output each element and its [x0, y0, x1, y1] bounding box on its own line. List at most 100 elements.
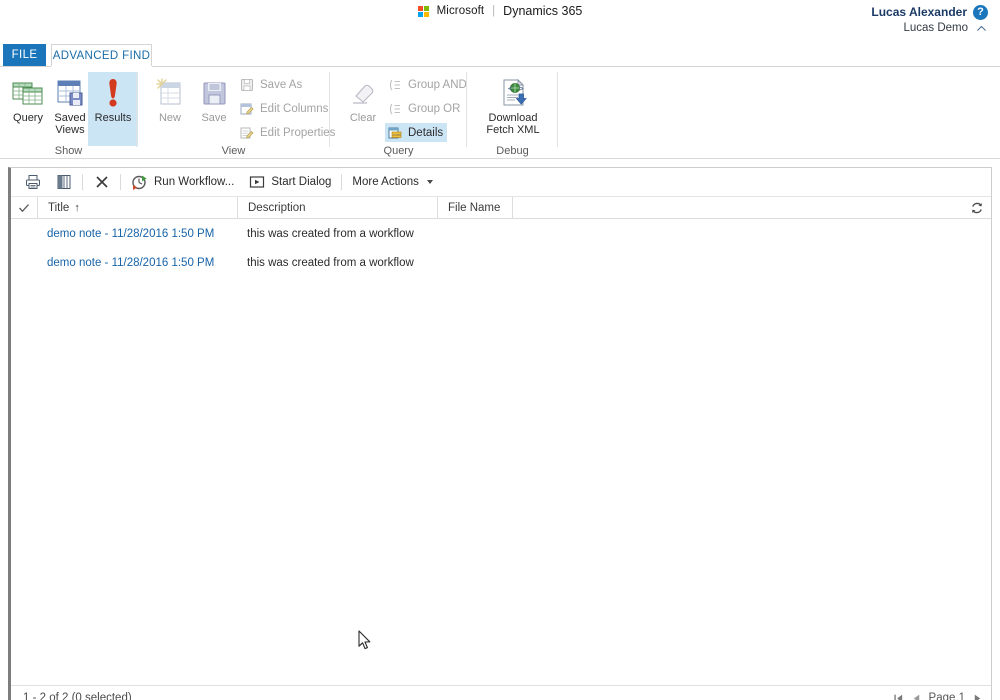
- ribbon-group-debug: < > Download Fetch XML Debug: [467, 67, 558, 160]
- save-floppy-icon: [200, 77, 228, 109]
- ribbon-group-show: Query Saved Views Results Show: [0, 67, 138, 160]
- edit-columns-icon: [239, 101, 255, 117]
- table-row[interactable]: demo note - 11/28/2016 1:50 PM this was …: [11, 219, 991, 248]
- edit-properties-icon: [239, 125, 255, 141]
- save-button[interactable]: Save: [189, 72, 239, 146]
- save-button-label: Save: [201, 112, 227, 124]
- ribbon-group-view-label: View: [221, 145, 246, 157]
- download-fetch-xml-icon: < >: [497, 77, 529, 109]
- user-name: Lucas Alexander: [871, 5, 967, 19]
- edit-properties-button[interactable]: Edit Properties: [237, 123, 339, 142]
- download-fetch-xml-label: Download Fetch XML: [486, 112, 540, 136]
- next-page-icon: [974, 694, 981, 700]
- column-header-filename[interactable]: File Name: [437, 196, 512, 219]
- row-cell-title[interactable]: demo note - 11/28/2016 1:50 PM: [37, 257, 237, 269]
- new-record-icon: [156, 77, 184, 109]
- run-report-button[interactable]: [17, 171, 48, 193]
- first-page-icon: [893, 694, 902, 700]
- ribbon: Query Saved Views Results Show New Save …: [0, 66, 1000, 159]
- pager: Page 1: [893, 692, 983, 700]
- column-header-description-label: Description: [248, 201, 306, 214]
- group-or-button[interactable]: Group OR: [385, 99, 464, 118]
- clear-eraser-icon: [348, 77, 378, 109]
- chevron-up-icon[interactable]: [975, 22, 988, 35]
- group-and-button[interactable]: Group AND: [385, 75, 471, 94]
- page-label: Page 1: [928, 692, 965, 700]
- column-header-title[interactable]: Title ↑: [37, 196, 237, 219]
- column-header-title-label: Title: [48, 201, 70, 214]
- toolbar-divider: [120, 174, 121, 190]
- details-button[interactable]: Details: [385, 123, 448, 142]
- checkmark-icon: [19, 203, 29, 212]
- download-fetch-xml-button[interactable]: < > Download Fetch XML: [486, 72, 540, 146]
- details-icon: [387, 125, 403, 141]
- start-dialog-label: Start Dialog: [271, 176, 332, 188]
- user-org-name: Lucas Demo: [903, 21, 968, 34]
- refresh-icon: [972, 202, 982, 214]
- table-row[interactable]: demo note - 11/28/2016 1:50 PM this was …: [11, 248, 991, 277]
- results-button-label: Results: [94, 112, 132, 124]
- previous-page-icon: [913, 694, 919, 700]
- mouse-cursor: [358, 630, 371, 650]
- grid-status-bar: 1 - 2 of 2 (0 selected) Page 1: [11, 685, 991, 700]
- more-actions-button[interactable]: More Actions: [345, 171, 439, 193]
- svg-text:>: >: [519, 84, 524, 93]
- microsoft-logo-icon: [417, 5, 429, 17]
- record-count-label: 1 - 2 of 2 (0 selected): [23, 692, 132, 700]
- row-title-link[interactable]: demo note - 11/28/2016 1:50 PM: [47, 228, 214, 240]
- results-button[interactable]: Results: [88, 72, 138, 146]
- toolbar-divider: [341, 174, 343, 190]
- tab-file[interactable]: FILE: [3, 44, 46, 66]
- select-all-checkbox[interactable]: [11, 202, 37, 214]
- grid-header-row: Title ↑ Description File Name: [11, 196, 991, 219]
- row-title-link[interactable]: demo note - 11/28/2016 1:50 PM: [47, 257, 214, 269]
- column-header-filler: [512, 196, 513, 219]
- run-workflow-icon: [131, 174, 148, 191]
- run-workflow-label: Run Workflow...: [154, 176, 235, 188]
- edit-properties-label: Edit Properties: [260, 126, 336, 139]
- more-actions-label: More Actions: [352, 176, 419, 188]
- ribbon-tabstrip: FILE ADVANCED FIND: [0, 44, 1000, 66]
- first-page-button[interactable]: [893, 693, 904, 700]
- saved-views-icon: [55, 77, 85, 109]
- ribbon-group-query: Clear Group AND Group OR Details Query: [330, 67, 467, 160]
- export-to-excel-icon: [55, 174, 72, 191]
- new-button[interactable]: New: [145, 72, 195, 146]
- grid-body: demo note - 11/28/2016 1:50 PM this was …: [11, 219, 991, 277]
- top-brand-bar: Microsoft | Dynamics 365 Lucas Alexander…: [0, 0, 1000, 44]
- save-as-label: Save As: [260, 78, 303, 91]
- run-workflow-button[interactable]: Run Workflow...: [124, 171, 241, 193]
- row-cell-title[interactable]: demo note - 11/28/2016 1:50 PM: [37, 228, 237, 240]
- delete-button[interactable]: [86, 171, 117, 193]
- group-and-label: Group AND: [408, 78, 467, 91]
- user-info-block: Lucas Alexander ? Lucas Demo: [871, 4, 988, 36]
- column-header-description[interactable]: Description: [237, 196, 437, 219]
- refresh-grid-button[interactable]: [969, 200, 985, 216]
- sort-ascending-icon: ↑: [74, 201, 80, 214]
- next-page-button[interactable]: [972, 693, 983, 700]
- results-grid-panel: Run Workflow... Start Dialog More Action…: [8, 167, 992, 700]
- clear-button[interactable]: Clear: [338, 72, 388, 146]
- chevron-down-icon: [426, 180, 433, 184]
- grid-toolbar: Run Workflow... Start Dialog More Action…: [11, 168, 991, 197]
- edit-columns-button[interactable]: Edit Columns: [237, 99, 332, 118]
- column-header-filename-label: File Name: [448, 201, 501, 214]
- delete-x-icon: [93, 174, 110, 191]
- user-org-row: Lucas Demo: [871, 21, 988, 37]
- help-question-icon[interactable]: ?: [973, 4, 988, 20]
- product-name: Dynamics 365: [503, 4, 583, 18]
- ribbon-group-query-label: Query: [383, 145, 414, 157]
- clear-button-label: Clear: [349, 112, 377, 124]
- save-as-icon: [239, 77, 255, 93]
- export-to-excel-button[interactable]: [48, 171, 79, 193]
- group-and-icon: [387, 77, 403, 93]
- toolbar-divider: [82, 174, 83, 190]
- query-table-icon: [12, 77, 44, 109]
- tab-advanced-find[interactable]: ADVANCED FIND: [51, 44, 152, 66]
- previous-page-button[interactable]: [911, 693, 922, 700]
- results-exclamation-icon: [100, 77, 126, 109]
- save-as-button[interactable]: Save As: [237, 75, 306, 94]
- start-dialog-button[interactable]: Start Dialog: [241, 171, 338, 193]
- run-report-icon: [24, 174, 41, 191]
- svg-text:<: <: [508, 84, 513, 93]
